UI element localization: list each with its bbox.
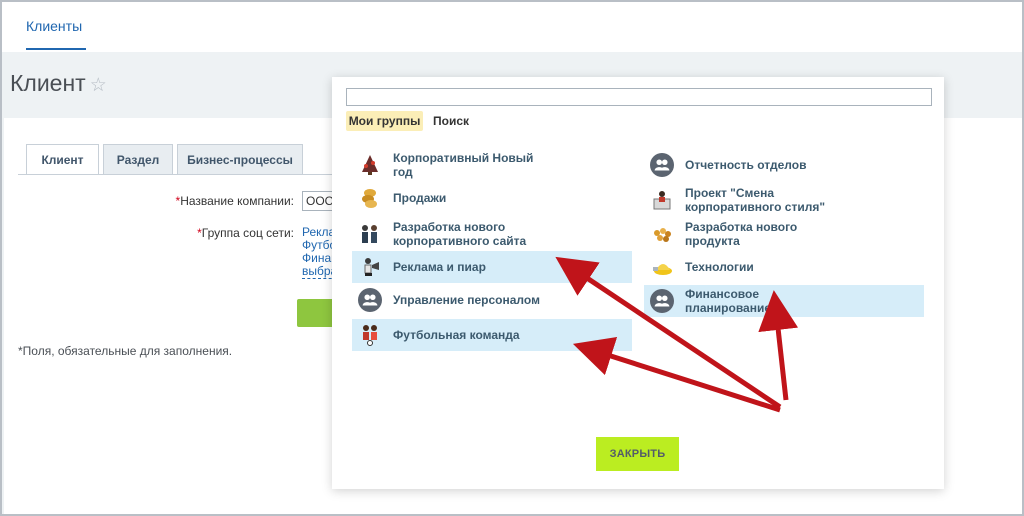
social-group-label: *Группа соц сети: bbox=[197, 226, 294, 240]
group-avatar-icon bbox=[650, 153, 674, 177]
group-item-website[interactable]: Разработка нового корпоративного сайта bbox=[352, 218, 632, 250]
group-item-hr[interactable]: Управление персоналом bbox=[352, 284, 632, 316]
group-name: Проект "Смена корпоративного стиля" bbox=[685, 186, 826, 214]
tab-business-processes[interactable]: Бизнес-процессы bbox=[177, 144, 303, 174]
group-name: Футбольная команда bbox=[393, 328, 520, 342]
group-item-pr[interactable]: Реклама и пиар bbox=[352, 251, 632, 283]
required-fields-note: *Поля, обязательные для заполнения. bbox=[18, 344, 233, 358]
group-item-finance[interactable]: Финансовое планирование bbox=[644, 285, 924, 317]
christmas-icon bbox=[358, 153, 382, 177]
football-icon bbox=[358, 323, 382, 347]
group-name: Разработка нового продукта bbox=[685, 220, 798, 248]
coins-icon bbox=[358, 186, 382, 210]
tab-search[interactable]: Поиск bbox=[431, 111, 471, 131]
group-avatar-icon bbox=[650, 289, 674, 313]
tab-my-groups[interactable]: Мои группы bbox=[346, 111, 423, 131]
app-frame: Клиенты Клиент ☆ Клиент Раздел Бизнес-про… bbox=[0, 0, 1024, 516]
style-icon bbox=[650, 188, 674, 212]
group-name: Продажи bbox=[393, 191, 447, 205]
group-item-sales[interactable]: Продажи bbox=[352, 182, 632, 214]
close-button[interactable]: ЗАКРЫТЬ bbox=[596, 437, 679, 471]
tab-client[interactable]: Клиент bbox=[26, 144, 99, 175]
tab-section[interactable]: Раздел bbox=[103, 144, 173, 174]
nav-tab-underline bbox=[26, 48, 86, 50]
megaphone-icon bbox=[358, 255, 382, 279]
tab-divider bbox=[18, 174, 336, 175]
nav-tab-clients[interactable]: Клиенты bbox=[26, 18, 82, 34]
group-item-reports[interactable]: Отчетность отделов bbox=[644, 149, 924, 181]
group-name: Корпоративный Новый год bbox=[393, 151, 534, 179]
group-item-style[interactable]: Проект "Смена корпоративного стиля" bbox=[644, 184, 924, 216]
product-icon bbox=[650, 222, 674, 246]
group-item-tech[interactable]: Технологии bbox=[644, 251, 924, 283]
group-selector-popup: Мои группы Поиск Корпоративный Новый год… bbox=[332, 77, 944, 489]
group-name: Разработка нового корпоративного сайта bbox=[393, 220, 527, 248]
group-item-product[interactable]: Разработка нового продукта bbox=[644, 218, 924, 250]
page-title: Клиент ☆ bbox=[10, 70, 107, 97]
group-name: Финансовое планирование bbox=[685, 287, 772, 315]
page-title-text: Клиент bbox=[10, 70, 86, 96]
group-name: Технологии bbox=[685, 260, 754, 274]
group-avatar-icon bbox=[358, 288, 382, 312]
company-name-label: *Название компании: bbox=[175, 194, 294, 208]
group-item-new-year[interactable]: Корпоративный Новый год bbox=[352, 149, 632, 181]
team-icon bbox=[358, 222, 382, 246]
group-name: Реклама и пиар bbox=[393, 260, 486, 274]
selected-group-link[interactable]: Рекла bbox=[302, 225, 335, 239]
top-navigation: Клиенты bbox=[2, 2, 1022, 52]
group-item-football[interactable]: Футбольная команда bbox=[352, 319, 632, 351]
group-name: Управление персоналом bbox=[393, 293, 540, 307]
star-icon[interactable]: ☆ bbox=[90, 75, 107, 96]
group-name: Отчетность отделов bbox=[685, 158, 807, 172]
tech-icon bbox=[650, 255, 674, 279]
group-search-input[interactable] bbox=[346, 88, 932, 106]
save-button[interactable] bbox=[297, 299, 333, 327]
